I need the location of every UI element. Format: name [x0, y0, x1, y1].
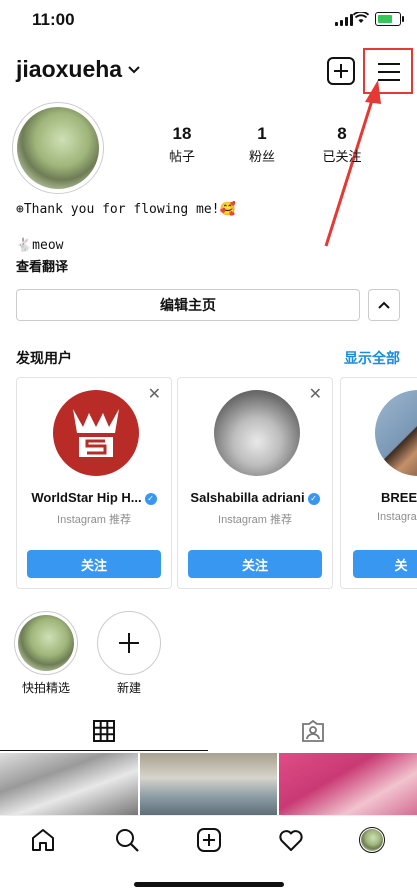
status-time: 11:00 [32, 10, 75, 29]
post-thumbnail[interactable] [139, 753, 278, 815]
worldstar-logo [73, 409, 119, 457]
close-icon[interactable]: ✕ [148, 384, 161, 404]
highlight-cover [18, 615, 74, 671]
story-highlight[interactable] [14, 611, 78, 675]
see-translation-link[interactable]: 查看翻译 [16, 256, 68, 275]
follow-button[interactable]: 关 [353, 550, 417, 578]
stat-value: 18 [172, 124, 192, 143]
follow-button[interactable]: 关注 [27, 550, 161, 578]
chevron-up-icon [378, 301, 390, 309]
home-icon[interactable] [30, 827, 56, 853]
plus-icon [119, 633, 139, 653]
highlight-label: 新建 [116, 681, 141, 695]
follow-button[interactable]: 关注 [188, 550, 322, 578]
suggestion-card[interactable]: ✕ WorldStar Hip H... ✓ Instagram 推荐 关注 [16, 377, 172, 589]
tagged-tab-icon[interactable] [302, 720, 324, 742]
suggestion-card[interactable]: BREE Instagram 关 [340, 377, 417, 589]
stat-followers[interactable]: 1 粉丝 [232, 124, 292, 165]
suggestion-reason: Instagram 推荐 [218, 514, 292, 526]
bio-line: ⊕Thank you for flowing me!🥰 [16, 202, 236, 217]
post-thumbnail[interactable] [0, 753, 138, 815]
cellular-signal-icon [335, 14, 353, 26]
hamburger-icon [378, 63, 400, 65]
username-switcher[interactable]: jiaoxueha [16, 56, 140, 83]
new-highlight-button[interactable] [97, 611, 161, 675]
search-icon[interactable] [114, 827, 140, 853]
post-thumbnail[interactable] [279, 753, 417, 815]
stat-label: 粉丝 [248, 149, 275, 164]
discover-people-title: 发现用户 [16, 350, 72, 366]
profile-tab-avatar[interactable] [359, 827, 385, 853]
suggestion-reason: Instagram [377, 511, 417, 523]
suggestion-reason: Instagram 推荐 [57, 514, 131, 526]
suggestion-avatar[interactable] [214, 390, 300, 476]
stat-value: 1 [257, 124, 267, 143]
bio-line: 🐇meow [16, 238, 64, 253]
close-icon[interactable]: ✕ [309, 384, 322, 404]
chevron-down-icon [128, 65, 140, 73]
suggestion-avatar[interactable] [375, 390, 417, 476]
stat-following[interactable]: 8 已关注 [312, 124, 372, 165]
toggle-suggestions-button[interactable] [368, 289, 400, 321]
suggestion-name: Salshabilla adriani [190, 490, 305, 505]
active-tab-indicator [0, 750, 208, 751]
verified-badge-icon: ✓ [144, 492, 157, 505]
heart-icon[interactable] [278, 827, 304, 853]
suggestion-avatar[interactable] [53, 390, 139, 476]
status-bar: 11:00 [0, 0, 417, 40]
suggestion-name: WorldStar Hip H... [31, 490, 142, 505]
profile-avatar[interactable] [12, 102, 104, 194]
create-icon[interactable] [196, 827, 222, 853]
battery-icon [375, 12, 404, 26]
home-indicator [134, 882, 284, 887]
suggestion-name: BREE [381, 490, 417, 505]
stat-value: 8 [337, 124, 347, 143]
verified-badge-icon: ✓ [307, 492, 320, 505]
stat-label: 已关注 [322, 149, 362, 164]
highlight-label: 快拍精选 [21, 681, 70, 695]
hamburger-icon-line [378, 71, 400, 73]
stat-label: 帖子 [168, 149, 195, 164]
wifi-icon [353, 12, 369, 23]
username-label: jiaoxueha [16, 56, 123, 82]
post-grid [0, 753, 417, 815]
suggestion-card[interactable]: ✕ Salshabilla adriani ✓ Instagram 推荐 关注 [177, 377, 333, 589]
profile-tab-avatar-image [361, 829, 383, 851]
edit-profile-button[interactable]: 编辑主页 [16, 289, 360, 321]
stat-posts[interactable]: 18 帖子 [152, 124, 212, 165]
grid-tab-icon[interactable] [93, 720, 115, 742]
see-all-link[interactable]: 显示全部 [344, 348, 400, 368]
